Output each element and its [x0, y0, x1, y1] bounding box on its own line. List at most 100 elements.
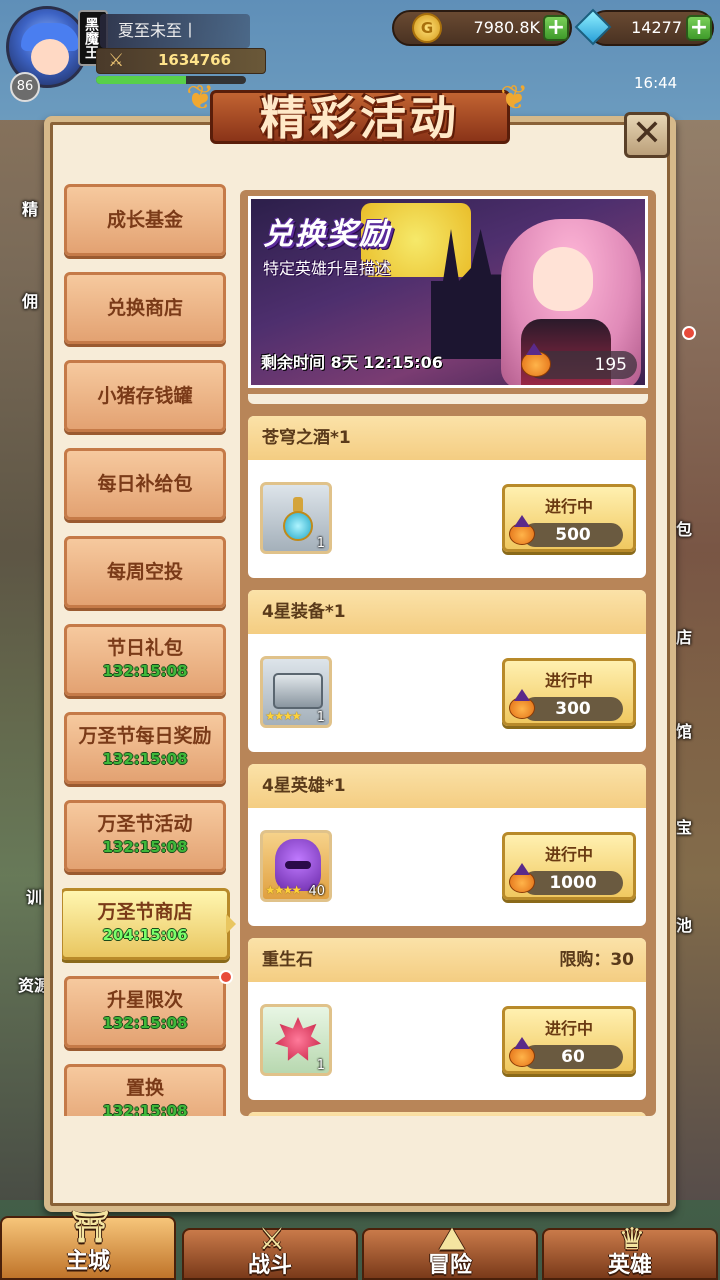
- menu-item-label: 置换: [125, 1077, 164, 1099]
- menu-item-label: 万圣节商店: [97, 901, 193, 923]
- event-banner: 兑换奖励 特定英雄升星描述 剩余时间 8天 12:15:06 195: [248, 196, 648, 388]
- menu-item-timer: 132:15:08: [102, 1014, 188, 1032]
- pumpkin-icon: [509, 523, 535, 545]
- menu-item-label: 节日礼包: [106, 637, 183, 659]
- hero-crest-icon: ♛: [618, 1222, 646, 1257]
- menu-item-halloween-shop[interactable]: 万圣节商店 204:15:06: [62, 888, 230, 960]
- background-left-buildings: [0, 120, 50, 1200]
- item-count: 1: [316, 536, 325, 551]
- active-menu-arrow: [226, 914, 236, 934]
- avatar-face: [31, 39, 69, 75]
- armor-chest-icon: [273, 673, 323, 709]
- cost-value: 60: [523, 1045, 623, 1069]
- menu-item-timer: 132:15:08: [102, 750, 188, 768]
- reward-card: 苍穹之酒*1 1 进行中 500: [248, 416, 646, 578]
- item-slot[interactable]: ★★★★ 40: [260, 830, 332, 902]
- menu-item-festival-pack[interactable]: 节日礼包 132:15:08: [64, 624, 226, 696]
- reward-card: 4星装备*1 ★★★★ 1 进行中 300: [248, 590, 646, 752]
- cost-value: 500: [523, 523, 623, 547]
- item-slot[interactable]: 1: [260, 482, 332, 554]
- item-count: 1: [316, 1058, 325, 1073]
- menu-item-swap[interactable]: 置换 132:15:08: [64, 1064, 226, 1116]
- activity-menu[interactable]: 成长基金 兑换商店 小猪存钱罐 每日补给包 每周空投 节日礼包 132:15:0…: [62, 180, 230, 1116]
- remaining-time-label: 剩余时间: [261, 353, 326, 372]
- map-icon: ⛰: [439, 1222, 465, 1257]
- reward-name: 4星装备*1: [248, 590, 646, 634]
- add-gems-button[interactable]: +: [686, 15, 712, 41]
- nav-tab-battle[interactable]: ⚔ 战斗: [182, 1222, 358, 1280]
- item-stars: ★★★★: [265, 709, 302, 723]
- close-button[interactable]: ✕: [624, 112, 670, 158]
- reward-name: 4星英雄*1: [248, 764, 646, 808]
- menu-item-label: 每日补给包: [97, 473, 193, 495]
- menu-item-label: 兑换商店: [106, 297, 183, 319]
- panel-title-banner: ❦ ❦ 精彩活动: [186, 70, 529, 150]
- menu-item-growth-fund[interactable]: 成长基金: [64, 184, 226, 256]
- menu-item-star-limit[interactable]: 升星限次 132:15:08: [64, 976, 226, 1048]
- clock: 16:44: [634, 74, 678, 92]
- add-gold-button[interactable]: +: [543, 15, 569, 41]
- reward-card: 4星英雄*1 ★★★★ 40 进行中 1000: [248, 764, 646, 926]
- menu-item-label: 万圣节活动: [97, 813, 193, 835]
- item-count: 40: [308, 884, 325, 899]
- cost-value: 300: [523, 697, 623, 721]
- menu-item-timer: 132:15:08: [102, 662, 188, 680]
- menu-item-label: 小猪存钱罐: [97, 385, 193, 407]
- notification-dot: [219, 970, 233, 984]
- reward-name: 苍穹之酒*1: [248, 416, 646, 460]
- bg-label-left-1: 精: [22, 200, 39, 219]
- nav-tab-adventure[interactable]: ⛰ 冒险: [362, 1222, 538, 1280]
- exchange-button[interactable]: 进行中 300: [502, 658, 636, 726]
- status-label: 进行中: [544, 845, 593, 864]
- gold-value: 7980.8K: [473, 18, 540, 37]
- potion-icon: [279, 493, 317, 545]
- power-value: 1634766: [158, 51, 232, 69]
- cost-value: 1000: [523, 871, 623, 895]
- crossed-swords-icon: ⚔: [258, 1222, 286, 1257]
- nav-tab-main-city[interactable]: ⛩ 主城: [0, 1210, 176, 1280]
- pumpkin-icon: [509, 1045, 535, 1067]
- panel-title: 精彩活动: [260, 91, 460, 145]
- bg-label-right-5: 池: [676, 916, 693, 935]
- crossed-swords-icon: ⚔: [108, 50, 125, 71]
- exp-bar-fill: [96, 76, 186, 84]
- bg-label-left-3: 训: [26, 888, 43, 907]
- menu-item-halloween-daily[interactable]: 万圣节每日奖励 132:15:08: [64, 712, 226, 784]
- exchange-button[interactable]: 进行中 500: [502, 484, 636, 552]
- item-stars: ★★★★: [265, 883, 302, 897]
- banner-subtitle: 特定英雄升星描述: [263, 259, 392, 278]
- heroine-face: [533, 247, 593, 311]
- gold-coin-icon: G: [412, 13, 442, 43]
- remaining-time: 剩余时间 8天 12:15:06: [261, 349, 443, 373]
- pumpkin-icon: [509, 697, 535, 719]
- bg-label-left-2: 佣: [22, 292, 39, 311]
- item-slot[interactable]: 1: [260, 1004, 332, 1076]
- player-name: 夏至未至丨: [100, 14, 250, 48]
- notification-dot: [682, 326, 696, 340]
- menu-item-label: 成长基金: [106, 209, 183, 231]
- bg-label-right-3: 馆: [676, 722, 693, 741]
- menu-item-timer: 204:15:06: [102, 926, 188, 944]
- menu-item-label: 万圣节每日奖励: [78, 725, 212, 747]
- remaining-time-value: 8天 12:15:06: [330, 353, 443, 372]
- exchange-button[interactable]: 进行中 60: [502, 1006, 636, 1074]
- menu-item-halloween-event[interactable]: 万圣节活动 132:15:08: [64, 800, 226, 872]
- player-level-badge: 86: [10, 72, 40, 102]
- menu-item-exchange-shop[interactable]: 兑换商店: [64, 272, 226, 344]
- castle-gate-icon: ⛩: [70, 1210, 110, 1245]
- nav-tab-heroes[interactable]: ♛ 英雄: [542, 1222, 718, 1280]
- status-label: 进行中: [544, 497, 593, 516]
- shop-content[interactable]: 兑换奖励 特定英雄升星描述 剩余时间 8天 12:15:06 195 苍穹之酒*…: [240, 190, 656, 1116]
- menu-item-label: 每周空投: [106, 561, 183, 583]
- scroll-edge: [248, 394, 648, 404]
- nav-tab-label: 主城: [65, 1249, 110, 1274]
- menu-item-daily-supply[interactable]: 每日补给包: [64, 448, 226, 520]
- banner-title: 兑换奖励: [263, 217, 391, 252]
- menu-item-piggy-bank[interactable]: 小猪存钱罐: [64, 360, 226, 432]
- exchange-button[interactable]: 进行中 1000: [502, 832, 636, 900]
- bg-label-right-4: 宝: [676, 818, 693, 837]
- reward-limit: 限购：30: [559, 950, 634, 970]
- item-slot[interactable]: ★★★★ 1: [260, 656, 332, 728]
- reward-card: 重生石 限购：30 1 进行中 60: [248, 938, 646, 1100]
- menu-item-weekly-airdrop[interactable]: 每周空投: [64, 536, 226, 608]
